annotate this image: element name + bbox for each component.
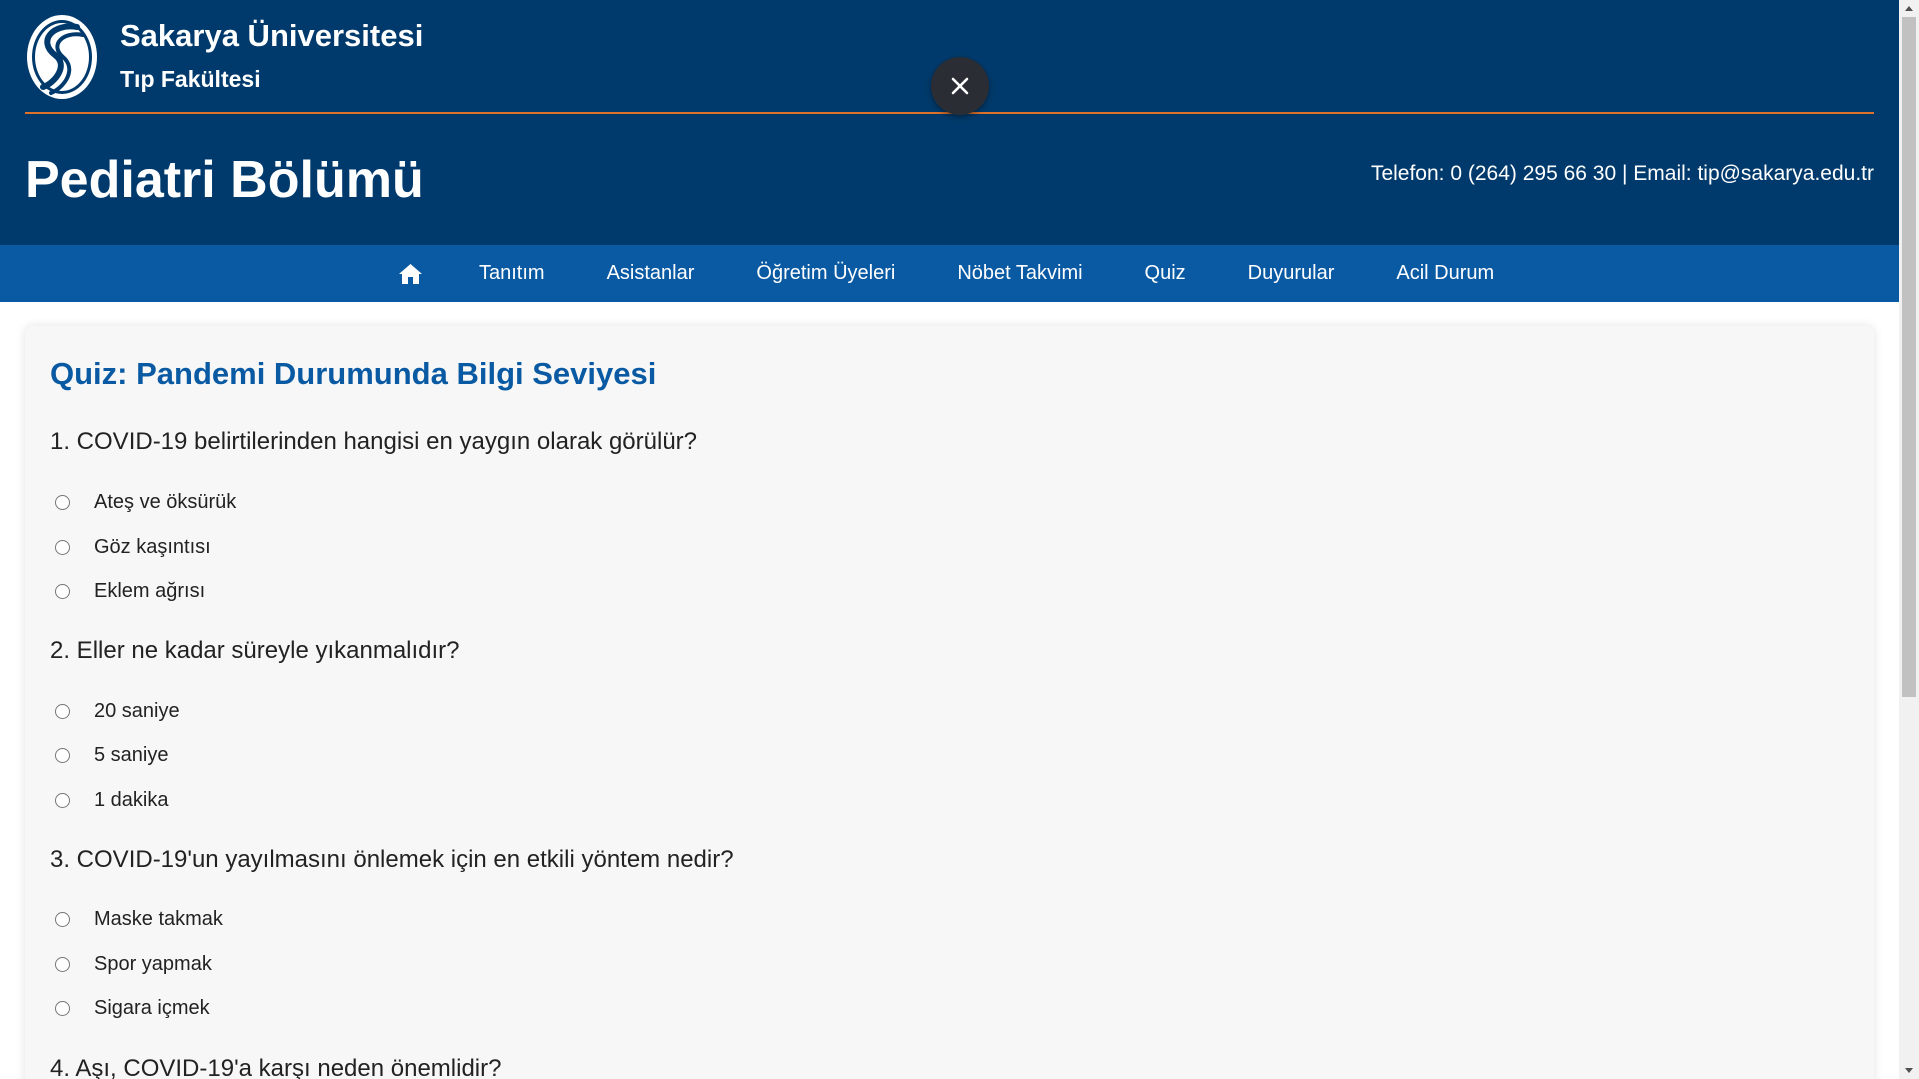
nav-home[interactable] — [398, 262, 423, 286]
option-2-2[interactable]: 5 saniye — [55, 744, 169, 767]
scroll-down-icon — [1905, 1068, 1913, 1073]
option-3-2[interactable]: Spor yapmak — [55, 953, 212, 976]
option-1-3[interactable]: Eklem ağrısı — [55, 580, 205, 603]
option-label: 20 saniye — [94, 700, 180, 722]
contact-info: Telefon: 0 (264) 295 66 30 | Email: tip@… — [1370, 162, 1874, 185]
radio-button[interactable] — [55, 957, 70, 972]
site-header: Sakarya Üniversitesi Tıp Fakültesi Pedia… — [0, 0, 1899, 245]
nav-item-tanitim[interactable]: Tanıtım — [479, 262, 545, 285]
radio-button[interactable] — [55, 1001, 70, 1016]
radio-button[interactable] — [55, 584, 70, 599]
main-nav: Tanıtım Asistanlar Öğretim Üyeleri Nöbet… — [0, 245, 1899, 302]
radio-button[interactable] — [55, 912, 70, 927]
department-title: Pediatri Bölümü — [25, 151, 424, 209]
option-label: Maske takmak — [94, 908, 223, 930]
option-3-1[interactable]: Maske takmak — [55, 908, 223, 931]
question-1: 1. COVID-19 belirtilerinden hangisi en y… — [50, 428, 698, 455]
option-label: Sigara içmek — [94, 997, 210, 1019]
nav-item-asistanlar[interactable]: Asistanlar — [607, 262, 695, 285]
radio-button[interactable] — [55, 704, 70, 719]
nav-item-ogretim-uyeleri[interactable]: Öğretim Üyeleri — [756, 262, 895, 285]
home-icon — [399, 263, 422, 284]
option-label: 1 dakika — [94, 789, 169, 811]
quiz-title: Quiz: Pandemi Durumunda Bilgi Seviyesi — [50, 356, 657, 391]
scroll-thumb[interactable] — [1902, 17, 1916, 697]
radio-button[interactable] — [55, 495, 70, 510]
option-1-2[interactable]: Göz kaşıntısı — [55, 536, 211, 559]
option-2-3[interactable]: 1 dakika — [55, 789, 169, 812]
quiz-card: Quiz: Pandemi Durumunda Bilgi Seviyesi 1… — [25, 326, 1874, 1079]
university-name: Sakarya Üniversitesi — [120, 18, 424, 53]
option-label: Göz kaşıntısı — [94, 536, 211, 558]
option-label: Ateş ve öksürük — [94, 491, 237, 513]
option-3-3[interactable]: Sigara içmek — [55, 997, 210, 1020]
scroll-up-button[interactable] — [1899, 0, 1919, 17]
nav-item-quiz[interactable]: Quiz — [1145, 262, 1186, 285]
question-3: 3. COVID-19'un yayılmasını önlemek için … — [50, 846, 734, 873]
scroll-down-button[interactable] — [1899, 1062, 1919, 1079]
option-2-1[interactable]: 20 saniye — [55, 700, 180, 723]
question-4: 4. Aşı, COVID-19'a karşı neden önemlidir… — [50, 1055, 502, 1079]
nav-item-acil-durum[interactable]: Acil Durum — [1396, 262, 1494, 285]
option-label: 5 saniye — [94, 744, 169, 766]
faculty-name: Tıp Fakültesi — [120, 66, 261, 92]
radio-button[interactable] — [55, 793, 70, 808]
vertical-scrollbar[interactable] — [1899, 0, 1919, 1079]
option-label: Spor yapmak — [94, 953, 212, 975]
page: Sakarya Üniversitesi Tıp Fakültesi Pedia… — [0, 0, 1899, 1079]
nav-item-duyurular[interactable]: Duyurular — [1248, 262, 1335, 285]
radio-button[interactable] — [55, 540, 70, 555]
question-2: 2. Eller ne kadar süreyle yıkanmalıdır? — [50, 637, 460, 664]
nav-item-nobet-takvimi[interactable]: Nöbet Takvimi — [957, 262, 1082, 285]
option-1-1[interactable]: Ateş ve öksürük — [55, 491, 236, 514]
close-icon — [951, 77, 969, 95]
radio-button[interactable] — [55, 748, 70, 763]
university-logo[interactable] — [25, 13, 99, 101]
scroll-up-icon — [1905, 6, 1913, 11]
close-button[interactable] — [931, 57, 989, 115]
option-label: Eklem ağrısı — [94, 580, 206, 602]
